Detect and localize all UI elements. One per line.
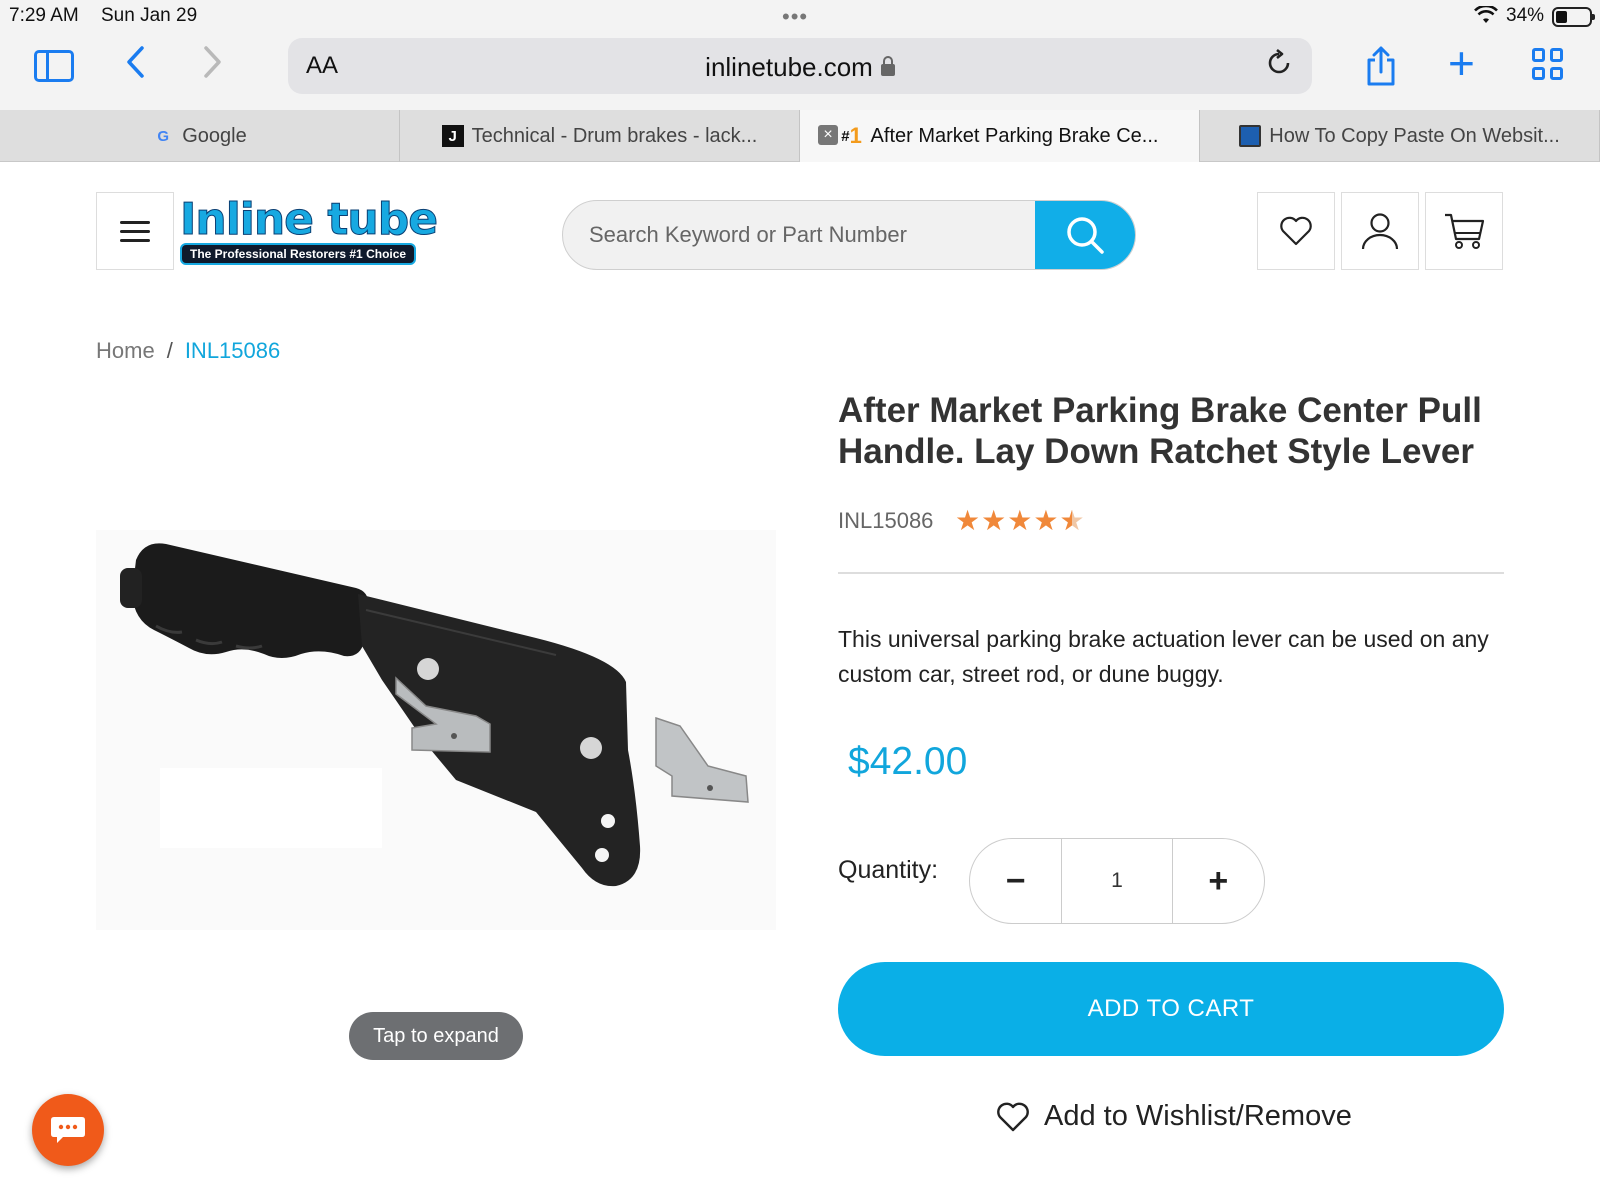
laptop-icon xyxy=(1239,125,1262,147)
breadcrumb-home[interactable]: Home xyxy=(96,338,155,363)
battery-percentage: 34% xyxy=(1506,5,1545,26)
address-bar[interactable]: AA inlinetube.com xyxy=(288,38,1312,94)
inlinetube-icon: #1 xyxy=(841,123,862,148)
star-icon: ★ xyxy=(981,505,1008,536)
product-sku: INL15086 xyxy=(838,508,934,533)
browser-toolbar: AA inlinetube.com + xyxy=(0,34,1600,110)
logo-tagline: The Professional Restorers #1 Choice xyxy=(180,243,417,265)
product-image[interactable] xyxy=(96,530,776,930)
search-input[interactable] xyxy=(563,201,1033,269)
chat-icon xyxy=(51,1117,85,1143)
tab-overview-icon[interactable] xyxy=(1532,48,1564,80)
status-time: 7:29 AM xyxy=(9,5,79,26)
star-icon: ★ xyxy=(955,505,982,536)
product-price: $42.00 xyxy=(848,740,968,783)
user-icon xyxy=(1361,213,1399,250)
search-bar xyxy=(562,200,1136,270)
account-button[interactable] xyxy=(1341,192,1419,270)
multitasking-dots-icon[interactable]: ••• xyxy=(782,4,808,30)
tap-to-expand-hint[interactable]: Tap to expand xyxy=(349,1012,523,1060)
search-icon xyxy=(1067,217,1104,254)
j-icon: J xyxy=(441,125,464,147)
wishlist-header-button[interactable] xyxy=(1257,192,1335,270)
product-description: This universal parking brake actuation l… xyxy=(838,626,1489,687)
forward-icon[interactable] xyxy=(200,44,224,90)
add-to-cart-label: ADD TO CART xyxy=(1087,995,1255,1022)
search-button[interactable] xyxy=(1035,201,1135,269)
tab-after-market-parking-brake[interactable]: × #1 After Market Parking Brake Ce... xyxy=(800,110,1200,162)
divider xyxy=(838,572,1504,574)
hamburger-menu-icon[interactable] xyxy=(96,192,174,270)
half-star-icon: ★ xyxy=(1059,504,1085,537)
url-text: inlinetube.com xyxy=(705,52,873,82)
tab-google[interactable]: G Google xyxy=(0,110,400,162)
status-bar: 7:29 AM Sun Jan 29 ••• 34% xyxy=(0,0,1600,34)
battery-icon xyxy=(1552,7,1595,27)
back-icon[interactable] xyxy=(124,44,148,90)
logo-text: Inline tube xyxy=(180,194,439,245)
decrement-button[interactable]: − xyxy=(970,839,1061,923)
share-icon[interactable] xyxy=(1365,46,1395,86)
chat-widget-button[interactable] xyxy=(32,1094,104,1166)
close-tab-icon[interactable]: × xyxy=(818,125,838,145)
quantity-stepper: − 1 + xyxy=(969,838,1265,924)
tab-label: Technical - Drum brakes - lack... xyxy=(471,124,758,147)
wishlist-label: Add to Wishlist/Remove xyxy=(1044,1100,1352,1132)
tab-label: After Market Parking Brake Ce... xyxy=(870,124,1159,147)
breadcrumb-separator: / xyxy=(166,338,173,363)
heart-icon xyxy=(997,1102,1029,1131)
url-display[interactable]: inlinetube.com xyxy=(288,52,1312,83)
status-date: Sun Jan 29 xyxy=(101,5,198,26)
reload-icon[interactable] xyxy=(1264,48,1294,86)
increment-button[interactable]: + xyxy=(1173,839,1264,923)
quantity-input[interactable]: 1 xyxy=(1061,839,1173,923)
wifi-icon xyxy=(1474,4,1498,30)
tab-label: How To Copy Paste On Websit... xyxy=(1269,124,1560,147)
lock-icon xyxy=(880,56,895,76)
breadcrumb-current[interactable]: INL15086 xyxy=(185,338,280,363)
add-to-wishlist-button[interactable]: Add to Wishlist/Remove xyxy=(996,1100,1352,1133)
heart-icon xyxy=(1280,216,1312,246)
tab-how-to-copy-paste[interactable]: How To Copy Paste On Websit... xyxy=(1200,110,1600,162)
tab-label: Google xyxy=(182,124,247,147)
google-icon: G xyxy=(157,127,170,145)
cart-icon xyxy=(1445,213,1485,249)
product-title: After Market Parking Brake Center Pull H… xyxy=(838,391,1482,471)
site-header: Inline tube The Professional Restorers #… xyxy=(0,162,1600,302)
site-logo[interactable]: Inline tube The Professional Restorers #… xyxy=(180,194,440,268)
quantity-label: Quantity: xyxy=(838,856,939,884)
star-icon: ★ xyxy=(1033,505,1060,536)
cart-button[interactable] xyxy=(1425,192,1503,270)
star-icon: ★ xyxy=(1007,505,1034,536)
sidebar-toggle-icon[interactable] xyxy=(34,50,74,82)
tab-bar: G Google J Technical - Drum brakes - lac… xyxy=(0,110,1600,162)
breadcrumb: Home / INL15086 xyxy=(96,338,280,364)
add-to-cart-button[interactable]: ADD TO CART xyxy=(838,962,1504,1056)
new-tab-icon[interactable]: + xyxy=(1448,36,1475,90)
star-rating: ★★★★★ xyxy=(955,504,1086,537)
tab-technical-drum-brakes[interactable]: J Technical - Drum brakes - lack... xyxy=(400,110,800,162)
